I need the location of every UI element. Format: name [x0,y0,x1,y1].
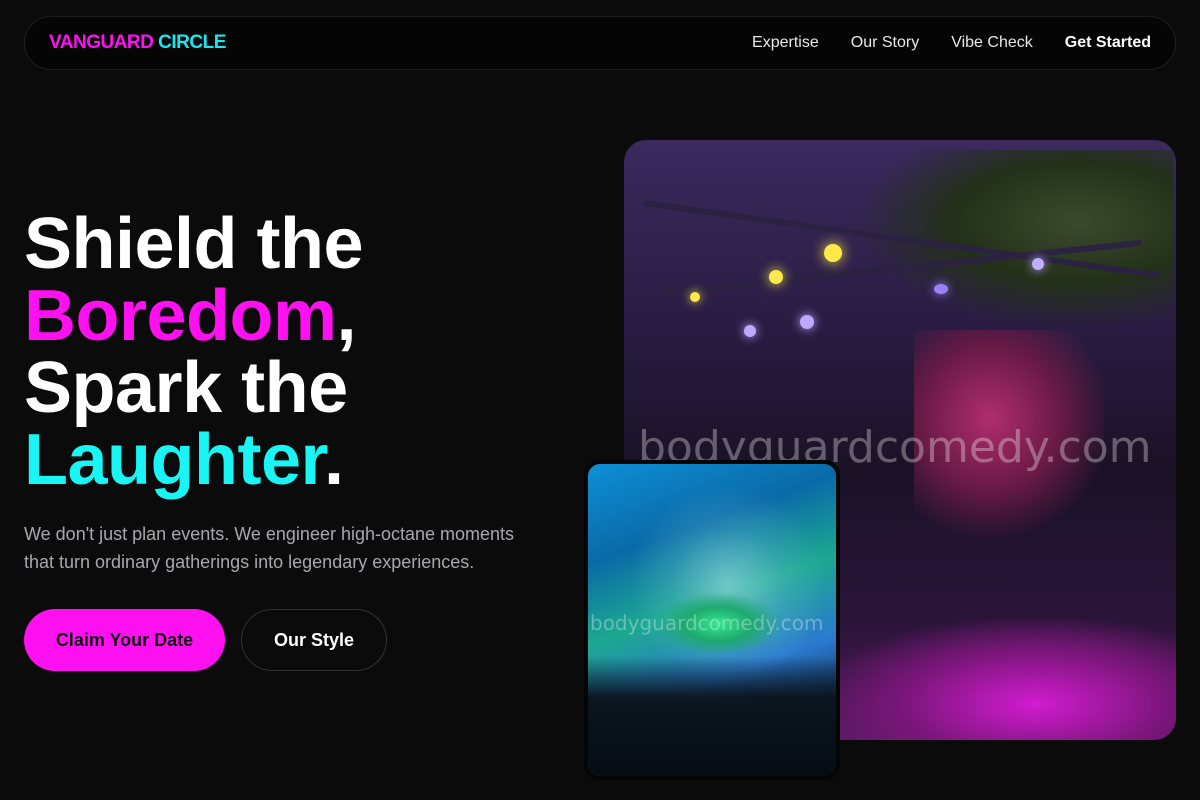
small-image-watermark: bodyguardcomedy.com [590,611,824,635]
headline-line-4: Laughter. [24,424,363,496]
headline-line-2: Boredom, [24,280,363,352]
headline-boredom: Boredom [24,276,337,356]
stage-light-5 [744,325,756,337]
stage-light-1 [824,244,842,262]
headline-laughter: Laughter [24,420,325,500]
headline-period: . [324,420,344,500]
stage-light-6 [934,284,948,294]
our-style-button[interactable]: Our Style [241,609,387,671]
stage-light-2 [769,270,783,284]
concert-crowd-image: bodyguardcomedy.com [584,460,840,780]
get-started-link[interactable]: Get Started [1065,34,1151,52]
nav-links: Expertise Our Story Vibe Check Get Start… [752,34,1151,52]
hero-subtitle: We don't just plan events. We engineer h… [24,524,515,572]
nav-link-expertise[interactable]: Expertise [752,34,819,52]
stage-light-4 [800,315,814,329]
brand-logo[interactable]: VANGUARD CIRCLE [49,32,226,54]
nav-link-vibe-check[interactable]: Vibe Check [951,34,1033,52]
nav-link-our-story[interactable]: Our Story [851,34,919,52]
logo-word-vanguard: VANGUARD [49,32,154,53]
hero-headline: Shield the Boredom, Spark the Laughter. [24,204,364,496]
confetti-burst [628,484,828,684]
claim-your-date-button[interactable]: Claim Your Date [24,609,225,671]
headline-line-3: Spark the [24,348,348,428]
logo-word-circle: CIRCLE [158,32,226,53]
headline-line-1: Shield the [24,204,364,284]
stage-light-7 [1032,258,1044,270]
stage-light-3 [690,292,700,302]
headline-comma: , [336,276,357,356]
table-glow [824,620,1176,740]
top-nav: VANGUARD CIRCLE Expertise Our Story Vibe… [24,16,1176,70]
crowd-silhouette [588,656,836,776]
